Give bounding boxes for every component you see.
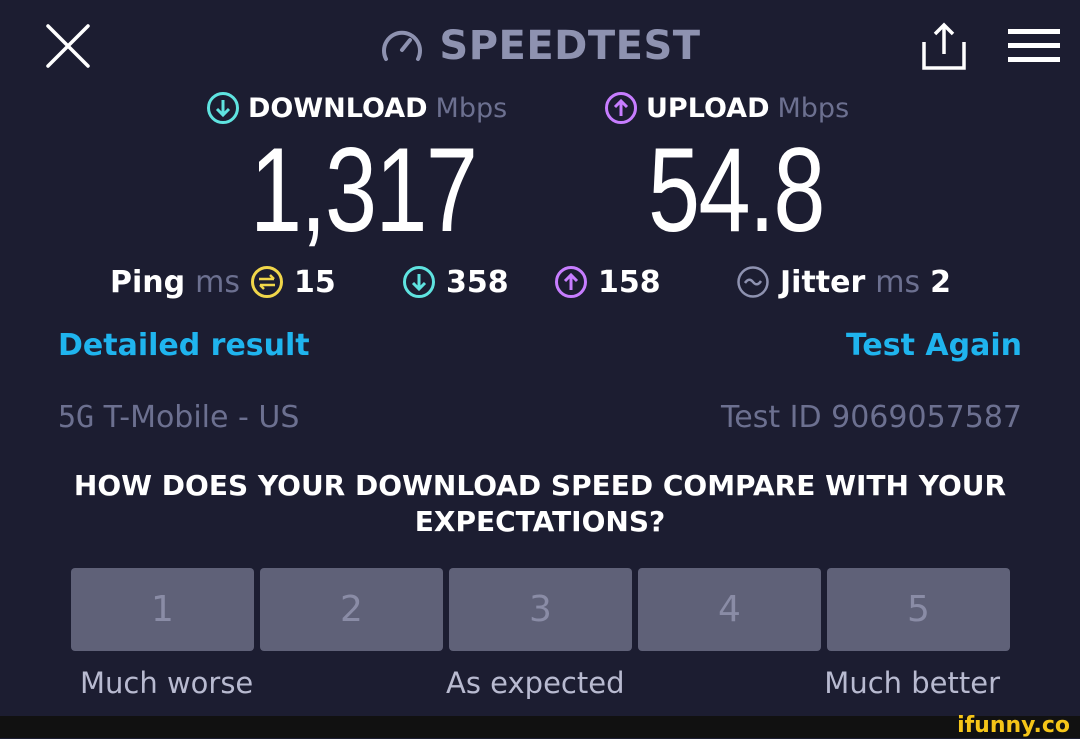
network-type-badge: 5G <box>58 400 95 435</box>
speedometer-icon <box>382 30 423 61</box>
download-unit: Mbps <box>435 92 508 124</box>
ping-stat: Ping ms 15 <box>110 262 336 302</box>
download-label: DOWNLOAD <box>248 92 428 124</box>
share-button[interactable] <box>918 22 970 72</box>
upload-arrow-icon <box>605 92 637 124</box>
close-icon <box>46 24 90 68</box>
survey-question: HOW DOES YOUR DOWNLOAD SPEED COMPARE WIT… <box>73 469 1007 538</box>
download-arrow-icon <box>207 92 239 124</box>
upload-unit: Mbps <box>777 92 850 124</box>
rating-scale: 1 2 3 4 5 <box>71 568 1010 651</box>
download-latency-stat: 358 <box>402 262 509 302</box>
detailed-result-link[interactable]: Detailed result <box>58 328 310 363</box>
hamburger-icon <box>1008 29 1060 62</box>
jitter-value: 2 <box>930 264 952 300</box>
jitter-stat: Jitter ms 2 <box>736 262 951 302</box>
upload-latency-stat: 158 <box>554 262 661 302</box>
scale-label-high: Much better <box>824 666 1000 700</box>
brand-title: SPEEDTEST <box>439 23 701 69</box>
ping-unit: ms <box>195 264 240 300</box>
test-id: Test ID 9069057587 <box>721 400 1022 435</box>
download-latency-icon <box>403 266 435 298</box>
watermark: ifunny.co <box>957 713 1070 738</box>
download-value: 1,317 <box>250 123 478 257</box>
rating-button-1[interactable]: 1 <box>71 568 254 651</box>
rating-button-3[interactable]: 3 <box>449 568 632 651</box>
upload-value: 54.8 <box>648 123 825 257</box>
rating-button-5[interactable]: 5 <box>827 568 1010 651</box>
test-again-link[interactable]: Test Again <box>846 328 1022 363</box>
menu-button[interactable] <box>1006 26 1062 66</box>
scale-label-mid: As expected <box>446 666 625 700</box>
carrier-name: T-Mobile - US <box>103 400 300 435</box>
upload-latency-icon <box>555 266 587 298</box>
ping-value: 15 <box>293 264 336 300</box>
rating-button-4[interactable]: 4 <box>638 568 821 651</box>
bottom-bar <box>0 716 1080 738</box>
share-icon <box>922 22 966 70</box>
connection-info: 5G T-Mobile - US <box>58 400 299 435</box>
ping-label: Ping <box>110 264 186 300</box>
jitter-label: Jitter <box>780 264 866 300</box>
jitter-unit: ms <box>875 264 921 300</box>
jitter-icon <box>737 266 769 298</box>
ping-icon <box>250 266 283 298</box>
rating-button-2[interactable]: 2 <box>260 568 443 651</box>
upload-latency-value: 158 <box>598 264 661 300</box>
upload-label: UPLOAD <box>646 92 770 124</box>
scale-label-low: Much worse <box>80 666 254 700</box>
close-button[interactable] <box>42 20 94 72</box>
download-latency-value: 358 <box>446 264 509 300</box>
